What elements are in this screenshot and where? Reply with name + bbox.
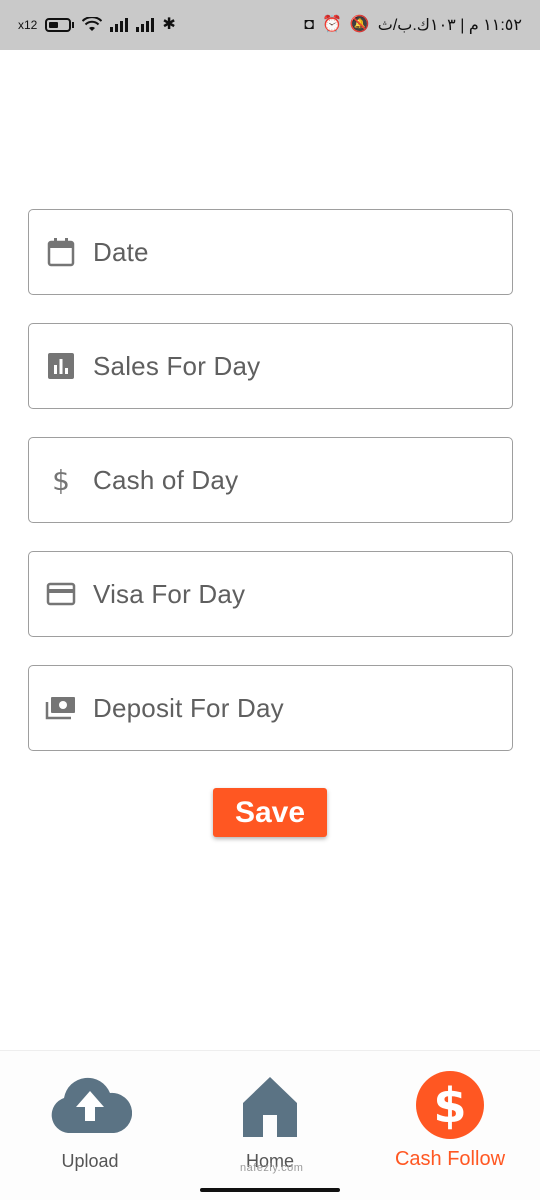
svg-text:$: $ [433,1078,466,1134]
battery-tip-icon [72,22,75,28]
mute-icon: 🔕 [349,16,370,33]
visa-for-day-field[interactable]: Visa For Day [28,551,513,637]
wifi-icon [82,17,103,31]
cash-of-day-field[interactable]: $ Cash of Day [28,437,513,523]
home-icon [243,1077,297,1137]
bar-chart-icon [29,352,93,380]
deposit-for-day-label: Deposit For Day [93,692,284,723]
deposit-for-day-field[interactable]: Deposit For Day [28,665,513,751]
credit-card-icon [29,582,93,606]
watermark: nafezly.com [240,1162,304,1174]
alarm-icon: ⏰ [321,16,342,33]
nav-label-cash-follow: Cash Follow [394,1148,506,1170]
date-field-label: Date [93,236,149,267]
status-time: ١١:٥٢ م | ١٠٣ك.ب/ث [377,17,522,34]
visa-for-day-label: Visa For Day [93,578,246,609]
calendar-icon [29,237,93,267]
dollar-icon: $ [52,463,70,497]
status-bar: x12 ✱ ◘ ⏰ 🔕 ١١:٥٢ م | ١٠٣ك.ب/ث [0,0,540,50]
date-field[interactable]: Date [28,209,513,295]
nav-item-cash-follow[interactable]: $ Cash Follow [360,1051,540,1200]
home-indicator[interactable] [200,1188,340,1192]
cash-of-day-label: Cash of Day [93,464,239,495]
battery-icon [45,18,72,32]
bottom-nav: Upload Home $ Cash Follow [0,1050,540,1200]
money-icon [29,695,93,721]
signal-icon-2 [136,18,155,32]
nfc-icon: ◘ [304,16,314,33]
status-left: x12 ✱ [18,17,176,33]
sales-for-day-label: Sales For Day [93,350,261,381]
status-right: ◘ ⏰ 🔕 ١١:٥٢ م | ١٠٣ك.ب/ث [304,15,522,35]
nav-label-upload: Upload [61,1151,119,1171]
signal-icon [110,18,129,32]
cloud-upload-icon [51,1077,132,1133]
dollar-circle-icon: $ [416,1071,484,1139]
notification-count: x12 [18,18,38,32]
nav-item-home[interactable]: Home [180,1051,360,1200]
save-button[interactable]: Save [213,788,327,837]
bluetooth-icon: ✱ [162,16,176,33]
nav-item-upload[interactable]: Upload [0,1051,180,1200]
sales-for-day-field[interactable]: Sales For Day [28,323,513,409]
